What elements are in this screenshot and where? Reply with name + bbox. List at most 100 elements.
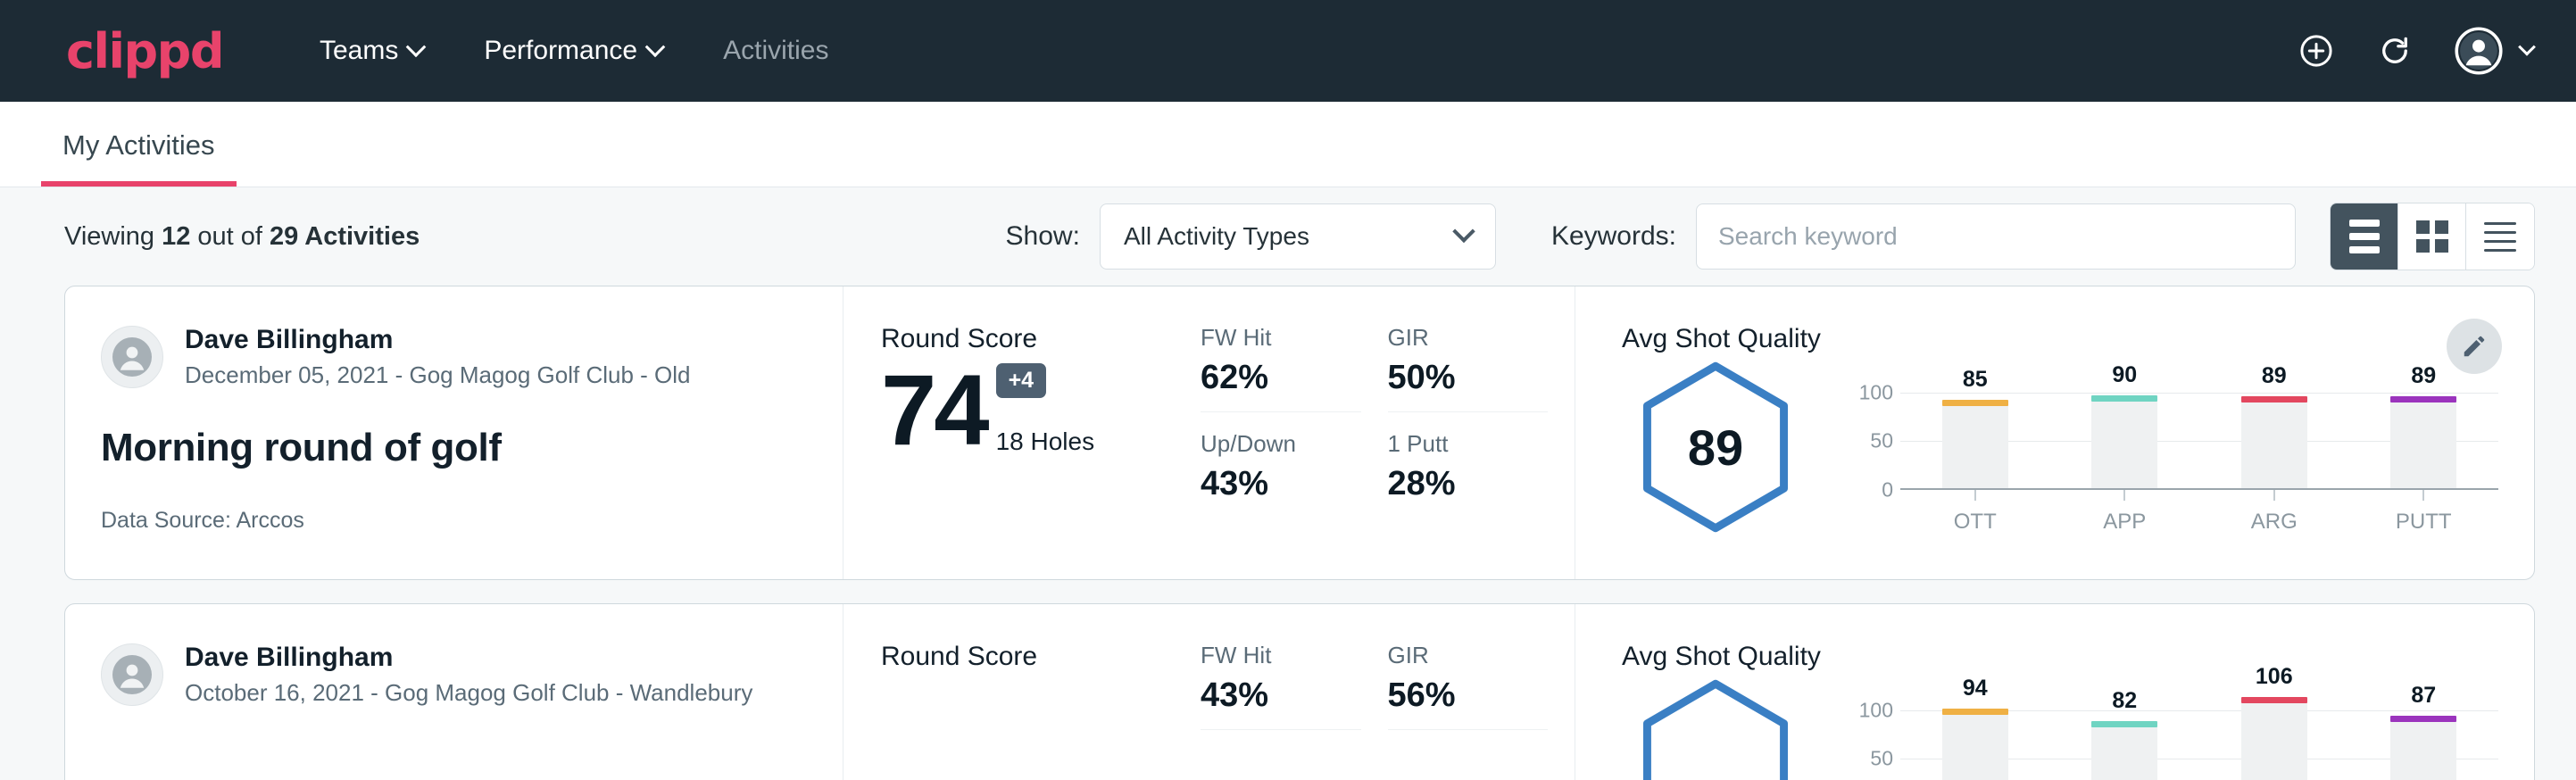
nav-item-activities-label: Activities [723, 36, 828, 66]
y-axis-tick-label: 50 [1870, 747, 1893, 771]
quality-hexagon: 89 [1636, 360, 1795, 535]
bar-cap [1942, 709, 2008, 715]
x-axis-tick: ARG [2241, 490, 2307, 535]
stat-up-down: Up/Down 43% [1201, 430, 1361, 518]
account-menu[interactable] [2455, 27, 2533, 75]
stat-one-putt-label: 1 Putt [1388, 430, 1549, 458]
quality-hexagon-wrap: 89 [1622, 360, 1809, 535]
show-label: Show: [1006, 221, 1080, 252]
stat-gir-label: GIR [1388, 324, 1549, 352]
stat-up-down-label: Up/Down [1201, 430, 1361, 458]
bar [2091, 726, 2157, 780]
activity-card-list: Dave Billingham December 05, 2021 - Gog … [0, 286, 2576, 780]
nav-item-teams[interactable]: Teams [289, 36, 453, 66]
bar-value-label: 90 [2091, 362, 2157, 388]
view-mode-list-button[interactable] [2331, 203, 2398, 270]
account-avatar-icon [2455, 27, 2503, 75]
round-stats-column: FW Hit 62% GIR 50% Up/Down 43% 1 Putt 28… [1201, 286, 1575, 579]
bar-chart: 05010085908989OTTAPPARGPUTT [1809, 360, 2498, 535]
activity-meta: December 05, 2021 - Gog Magog Golf Club … [185, 361, 691, 391]
round-score-value-row: +0 [881, 681, 1201, 774]
stat-gir: GIR 56% [1388, 642, 1549, 730]
activity-card[interactable]: Dave Billingham October 16, 2021 - Gog M… [64, 603, 2535, 780]
chevron-down-icon [645, 37, 666, 57]
bar-cap [2091, 395, 2157, 402]
edit-activity-button[interactable] [2447, 319, 2502, 374]
stat-fw-hit: FW Hit 62% [1201, 324, 1361, 412]
author-text-block: Dave Billingham October 16, 2021 - Gog M… [185, 642, 752, 708]
stat-fw-hit-value: 43% [1201, 676, 1361, 715]
x-axis-tick-label: PUTT [2396, 510, 2452, 535]
stat-fw-hit-value: 62% [1201, 359, 1361, 397]
bar-series: 85908989 [1900, 383, 2498, 488]
activity-type-select[interactable]: All Activity Types [1100, 203, 1496, 270]
bar-column: 85 [1942, 383, 2008, 488]
bar-value-label: 106 [2241, 664, 2307, 690]
stat-gir: GIR 50% [1388, 324, 1549, 412]
quality-hexagon-wrap [1622, 677, 1809, 780]
nav-item-teams-label: Teams [320, 36, 398, 66]
tab-my-activities-label: My Activities [62, 129, 215, 161]
activity-author: Dave Billingham December 05, 2021 - Gog … [101, 324, 807, 390]
activity-summary-column: Dave Billingham October 16, 2021 - Gog M… [65, 604, 843, 780]
x-axis-tick: OTT [1942, 490, 2008, 535]
bar-value-label: 89 [2390, 363, 2456, 389]
score-to-par-badge: +4 [996, 363, 1047, 398]
x-axis-tick-label: OTT [1954, 510, 1997, 535]
stat-fw-hit: FW Hit 43% [1201, 642, 1361, 730]
quality-score-value: 89 [1688, 419, 1743, 477]
activity-card[interactable]: Dave Billingham December 05, 2021 - Gog … [64, 286, 2535, 580]
round-score-value-row: 74 +4 18 Holes [881, 363, 1201, 456]
bar-value-label: 89 [2241, 363, 2307, 389]
round-score-label: Round Score [881, 324, 1201, 354]
activity-meta: October 16, 2021 - Gog Magog Golf Club -… [185, 678, 752, 709]
keywords-label: Keywords: [1551, 221, 1676, 252]
search-box[interactable] [1696, 203, 2296, 270]
hexagon-icon [1636, 677, 1795, 780]
stat-gir-value: 50% [1388, 359, 1549, 397]
viewing-count-text: Viewing 12 out of 29 Activities [64, 222, 420, 252]
search-input[interactable] [1718, 222, 2273, 251]
pencil-icon [2461, 333, 2488, 360]
round-score-side: +4 18 Holes [996, 363, 1095, 456]
clippd-logo[interactable]: clippd [66, 23, 223, 79]
round-score-side: +0 [890, 681, 941, 774]
bar-chart: 050100948210687OTTAPPARGPUTT [1809, 677, 2498, 780]
bar [1942, 405, 2008, 488]
top-navigation-bar: clippd Teams Performance Activities [0, 0, 2576, 102]
author-text-block: Dave Billingham December 05, 2021 - Gog … [185, 324, 691, 390]
activity-title: Morning round of golf [101, 426, 807, 470]
activity-summary-column: Dave Billingham December 05, 2021 - Gog … [65, 286, 843, 579]
refresh-icon[interactable] [2376, 32, 2414, 70]
avatar [101, 643, 163, 706]
view-mode-grid-button[interactable] [2398, 203, 2466, 270]
avg-shot-quality-body: 89 05010085908989OTTAPPARGPUTT [1622, 360, 2498, 535]
bar-series: 948210687 [1900, 701, 2498, 780]
bar [1942, 714, 2008, 780]
bar-value-label: 94 [1942, 676, 2008, 701]
grid-icon [2416, 220, 2448, 253]
stat-gir-value: 56% [1388, 676, 1549, 715]
bar-value-label: 87 [2390, 683, 2456, 709]
top-bar-actions [2298, 27, 2533, 75]
y-axis-tick-label: 0 [1882, 478, 1893, 502]
filter-toolbar: Viewing 12 out of 29 Activities Show: Al… [0, 187, 2576, 286]
tick-mark [2273, 490, 2275, 501]
chevron-down-icon [2518, 38, 2536, 56]
person-icon [111, 336, 154, 378]
nav-item-performance[interactable]: Performance [453, 36, 693, 66]
y-axis: 050100 [1841, 383, 1900, 490]
avatar [101, 326, 163, 388]
plot-area: 85908989 [1900, 383, 2498, 490]
view-mode-compact-button[interactable] [2466, 203, 2534, 270]
stat-one-putt: 1 Putt 28% [1388, 430, 1549, 518]
bar [2390, 721, 2456, 780]
bar-column: 94 [1942, 701, 2008, 780]
tab-my-activities[interactable]: My Activities [41, 129, 237, 187]
avg-shot-quality-column: Avg Shot Quality 89 05010085908989OTTAPP… [1575, 286, 2534, 579]
view-mode-toggle-group [2330, 203, 2535, 270]
plus-circle-icon[interactable] [2298, 32, 2335, 70]
stat-fw-hit-label: FW Hit [1201, 324, 1361, 352]
nav-item-activities[interactable]: Activities [693, 36, 859, 66]
bar-column: 90 [2091, 383, 2157, 488]
